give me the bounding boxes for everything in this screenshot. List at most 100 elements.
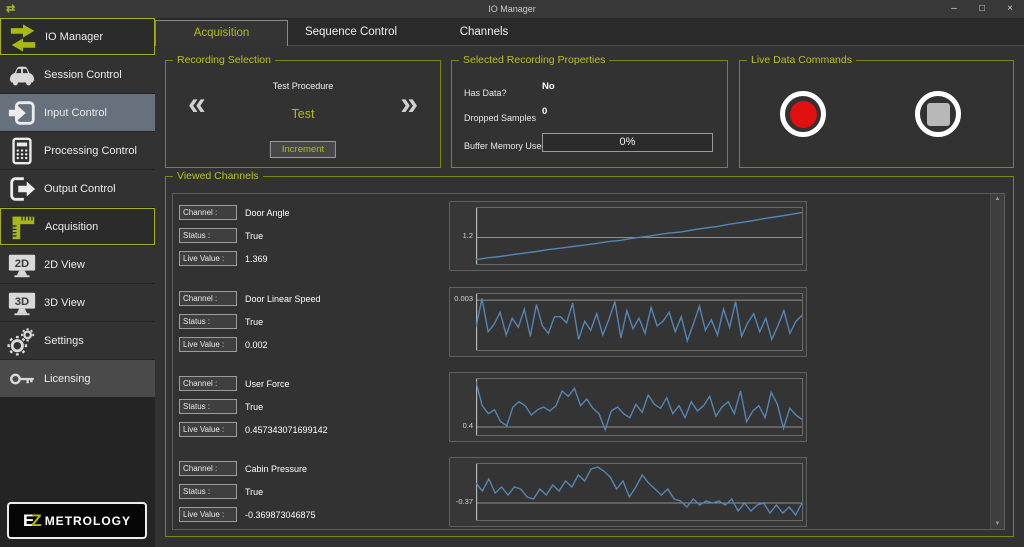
live-value-chip: Live Value : — [179, 251, 237, 266]
scroll-down-icon[interactable]: ▼ — [991, 521, 1004, 527]
sidebar-item-2d-view[interactable]: 2D 2D View — [0, 246, 155, 283]
recording-selection-panel: Recording Selection Test Procedure « Tes… — [165, 60, 441, 168]
svg-text:3D: 3D — [15, 295, 29, 307]
channel-status: True — [245, 317, 263, 327]
channel-info-cabin-pressure: Channel :Cabin Pressure Status :True Liv… — [179, 457, 443, 535]
dropped-samples-label: Dropped Samples — [464, 113, 536, 123]
ez-metrology-logo: EZMETROLOGY — [7, 502, 147, 539]
y-axis-tick-label: -0.37 — [450, 497, 473, 507]
sidebar-item-label: Output Control — [44, 183, 116, 195]
titlebar: ⇄ IO Manager – □ × — [0, 0, 1024, 18]
line-plot — [476, 207, 803, 265]
sidebar-item-licensing[interactable]: Licensing — [0, 360, 155, 397]
tab-channels[interactable]: Channels — [414, 20, 554, 46]
gears-icon — [0, 326, 44, 356]
maximize-button[interactable]: □ — [968, 0, 996, 18]
channel-name: Door Linear Speed — [245, 294, 321, 304]
line-plot — [476, 293, 803, 351]
sidebar-item-label: 3D View — [44, 297, 85, 309]
chart-door-linear-speed: 0.003 — [449, 287, 807, 357]
panel-title: Recording Selection — [173, 54, 275, 66]
record-button[interactable] — [780, 91, 826, 137]
sidebar-item-label: Session Control — [44, 69, 122, 81]
increment-button[interactable]: Increment — [270, 141, 336, 158]
main-content: Acquisition Sequence Control Channels Re… — [155, 18, 1024, 547]
status-chip: Status : — [179, 228, 237, 243]
chart-user-force: 0.4 — [449, 372, 807, 442]
monitor-2d-icon: 2D — [0, 250, 44, 280]
channel-chip: Channel : — [179, 291, 237, 306]
channel-chip: Channel : — [179, 376, 237, 391]
channel-live-value: 0.457343071699142 — [245, 425, 328, 435]
channel-live-value: -0.369873046875 — [245, 510, 316, 520]
channel-info-user-force: Channel :User Force Status :True Live Va… — [179, 372, 443, 450]
sidebar-item-label: Processing Control — [44, 145, 137, 157]
y-axis-tick-label: 1.2 — [450, 231, 473, 241]
ruler-icon — [1, 212, 45, 242]
sidebar-item-3d-view[interactable]: 3D 3D View — [0, 284, 155, 321]
app-logo-icon: ⇄ — [6, 0, 15, 18]
sidebar-item-label: IO Manager — [45, 31, 103, 43]
has-data-label: Has Data? — [464, 88, 507, 98]
sidebar-item-output-control[interactable]: Output Control — [0, 170, 155, 207]
chart-door-angle: 1.2 — [449, 201, 807, 271]
sidebar-item-label: Settings — [44, 335, 84, 347]
line-plot — [476, 463, 803, 521]
live-value-chip: Live Value : — [179, 507, 237, 522]
minimize-button[interactable]: – — [940, 0, 968, 18]
stop-square-icon — [927, 103, 950, 126]
live-value-chip: Live Value : — [179, 422, 237, 437]
sidebar-item-label: Input Control — [44, 107, 107, 119]
sidebar-item-acquisition[interactable]: Acquisition — [0, 208, 155, 245]
y-axis-tick-label: 0.4 — [450, 421, 473, 431]
channel-status: True — [245, 487, 263, 497]
sidebar-item-settings[interactable]: Settings — [0, 322, 155, 359]
line-plot — [476, 378, 803, 436]
recording-properties-panel: Selected Recording Properties Has Data? … — [451, 60, 728, 168]
buffer-memory-progressbar: 0% — [542, 133, 713, 152]
sidebar-item-input-control[interactable]: Input Control — [0, 94, 155, 131]
sidebar: IO Manager Session Control — [0, 18, 155, 547]
window-title: IO Manager — [488, 4, 536, 14]
buffer-memory-label: Buffer Memory Used — [464, 141, 546, 151]
sidebar-item-io-manager[interactable]: IO Manager — [0, 18, 155, 55]
logo-text: METROLOGY — [45, 514, 131, 528]
channel-status: True — [245, 402, 263, 412]
sidebar-item-label: Licensing — [44, 373, 90, 385]
y-axis-tick-label: 0.003 — [450, 294, 473, 304]
sidebar-item-processing-control[interactable]: Processing Control — [0, 132, 155, 169]
window-controls: – □ × — [940, 0, 1024, 18]
status-chip: Status : — [179, 314, 237, 329]
has-data-value: No — [542, 81, 555, 92]
key-icon — [0, 364, 44, 394]
channel-live-value: 0.002 — [245, 340, 268, 350]
calculator-icon — [0, 136, 44, 166]
sidebar-item-session-control[interactable]: Session Control — [0, 56, 155, 93]
channel-status: True — [245, 231, 263, 241]
logo-letter-z: Z — [31, 511, 41, 531]
panel-title: Selected Recording Properties — [459, 54, 609, 66]
monitor-3d-icon: 3D — [0, 288, 44, 318]
vertical-scrollbar[interactable]: ▲ ▼ — [990, 194, 1004, 529]
stop-button[interactable] — [915, 91, 961, 137]
chart-cabin-pressure: -0.37 — [449, 457, 807, 527]
next-recording-button[interactable]: » — [400, 85, 418, 121]
dropped-samples-value: 0 — [542, 106, 547, 117]
panel-title: Viewed Channels — [173, 170, 263, 182]
channel-info-door-linear-speed: Channel :Door Linear Speed Status :True … — [179, 287, 443, 365]
tab-acquisition[interactable]: Acquisition — [155, 20, 288, 46]
channel-chip: Channel : — [179, 461, 237, 476]
scroll-up-icon[interactable]: ▲ — [991, 196, 1004, 202]
channel-chip: Channel : — [179, 205, 237, 220]
channel-info-door-angle: Channel : Door Angle Status : True Live Va… — [179, 201, 443, 279]
viewed-channels-panel: Viewed Channels Channel :Door Angle Stat… — [165, 176, 1014, 537]
channel-live-value: 1.369 — [245, 254, 268, 264]
channels-list-container: Channel : Door Angle Status : True Live Va… — [172, 193, 1005, 530]
output-arrow-icon — [0, 174, 44, 204]
svg-text:2D: 2D — [15, 257, 29, 269]
tab-sequence-control[interactable]: Sequence Control — [288, 20, 414, 46]
tab-strip: Acquisition Sequence Control Channels — [155, 18, 1024, 46]
close-button[interactable]: × — [996, 0, 1024, 18]
channel-name: Door Angle — [245, 208, 290, 218]
selected-procedure-value: Test — [166, 107, 440, 121]
